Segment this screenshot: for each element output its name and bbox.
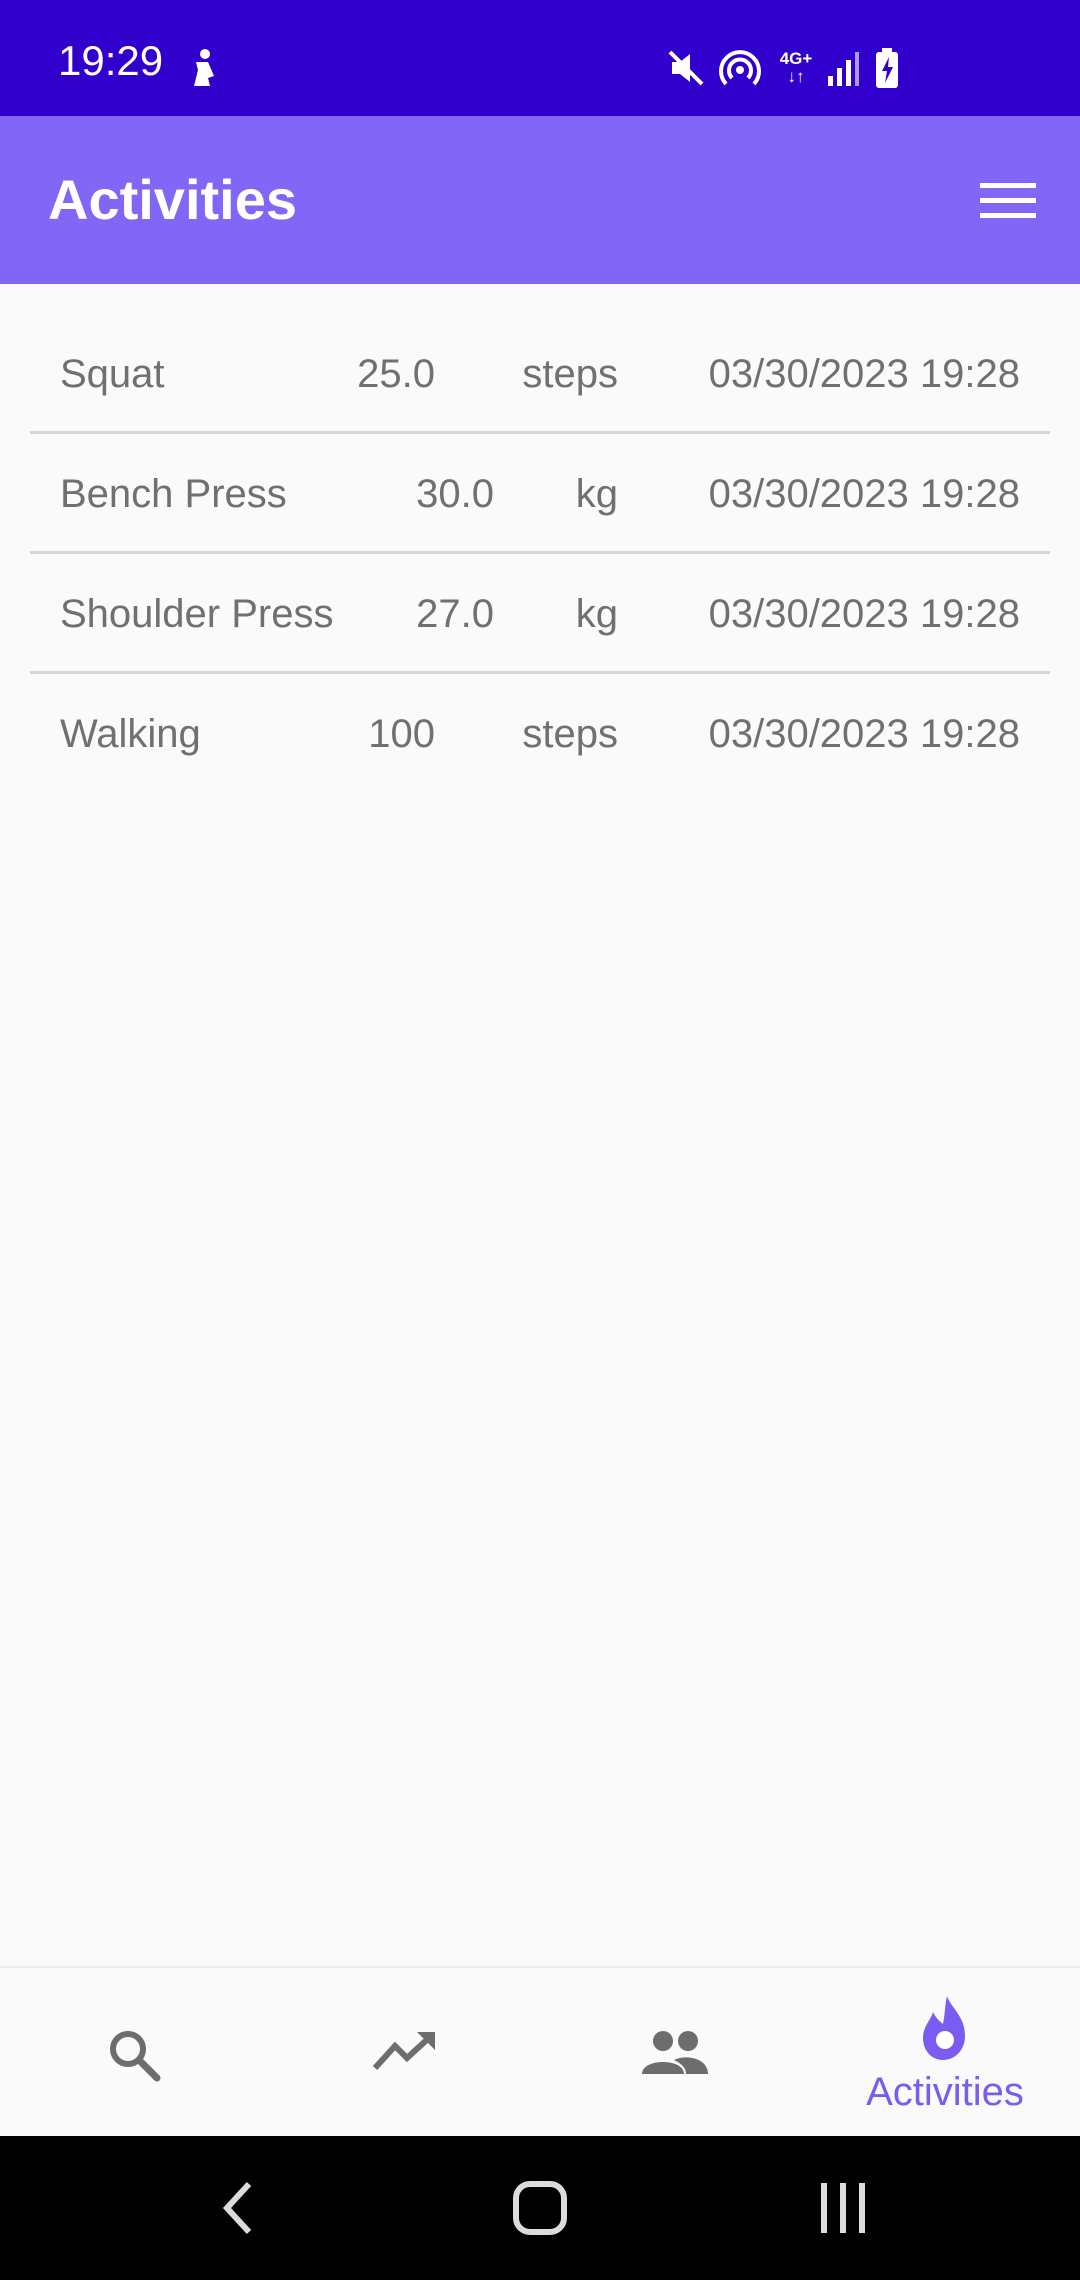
activity-name: Walking [60,712,201,756]
screen: 19:29 4G+ ↓↑ Activities Squat 25.0 steps… [0,0,1080,2280]
back-icon [222,2181,252,2235]
activity-date: 03/30/2023 19:28 [708,352,1020,396]
activity-unit: kg [575,592,618,636]
list-item[interactable]: Bench Press 30.0 kg 03/30/2023 19:28 [30,434,1050,554]
list-item[interactable]: Walking 100 steps 03/30/2023 19:28 [30,674,1050,794]
page-title: Activities [48,168,297,231]
battery-charging-icon [876,48,898,88]
hotspot-icon [719,50,761,86]
list-item[interactable]: Squat 25.0 steps 03/30/2023 19:28 [30,314,1050,434]
app-bar: Activities [0,116,1080,284]
home-button[interactable] [495,2166,585,2250]
activity-name: Squat [60,352,165,396]
person-icon [194,49,214,86]
nav-item-activities[interactable]: Activities [810,1968,1080,2136]
activity-date: 03/30/2023 19:28 [708,592,1020,636]
status-time: 19:29 [58,37,164,84]
people-icon [642,2031,708,2074]
nav-item-trends[interactable] [270,1968,540,2136]
system-nav-bar [0,2136,1080,2280]
list-item[interactable]: Shoulder Press 27.0 kg 03/30/2023 19:28 [30,554,1050,674]
network-label: 4G+ [779,49,813,68]
signal-icon [828,52,859,86]
menu-button[interactable] [960,166,1056,236]
nav-label-activities: Activities [866,2070,1024,2114]
back-button[interactable] [194,2166,284,2250]
activity-value: 30.0 [416,472,494,516]
data-arrows-icon: ↓↑ [787,67,805,86]
activity-name: Shoulder Press [60,592,334,636]
trending-up-icon [373,2032,435,2071]
activity-date: 03/30/2023 19:28 [708,472,1020,516]
activity-unit: steps [522,712,618,756]
activity-unit: steps [522,352,618,396]
recents-icon [821,2183,865,2233]
activity-value: 100 [368,712,435,756]
bottom-nav: Activities [0,1966,1080,2136]
activity-date: 03/30/2023 19:28 [708,712,1020,756]
nav-item-people[interactable] [540,1968,810,2136]
flame-icon [923,1996,965,2060]
status-bar: 19:29 4G+ ↓↑ [0,0,1080,116]
recents-button[interactable] [798,2166,888,2250]
nav-item-search[interactable] [0,1968,270,2136]
search-icon [110,2031,161,2082]
activity-unit: kg [575,472,618,516]
activity-list: Squat 25.0 steps 03/30/2023 19:28 Bench … [30,314,1050,794]
hamburger-menu-icon [980,183,1036,218]
home-icon [513,2181,567,2235]
mute-icon [668,50,704,86]
activity-name: Bench Press [60,472,287,516]
activity-value: 25.0 [357,352,435,396]
4g-icon: 4G+ ↓↑ [776,50,816,90]
activity-value: 27.0 [416,592,494,636]
